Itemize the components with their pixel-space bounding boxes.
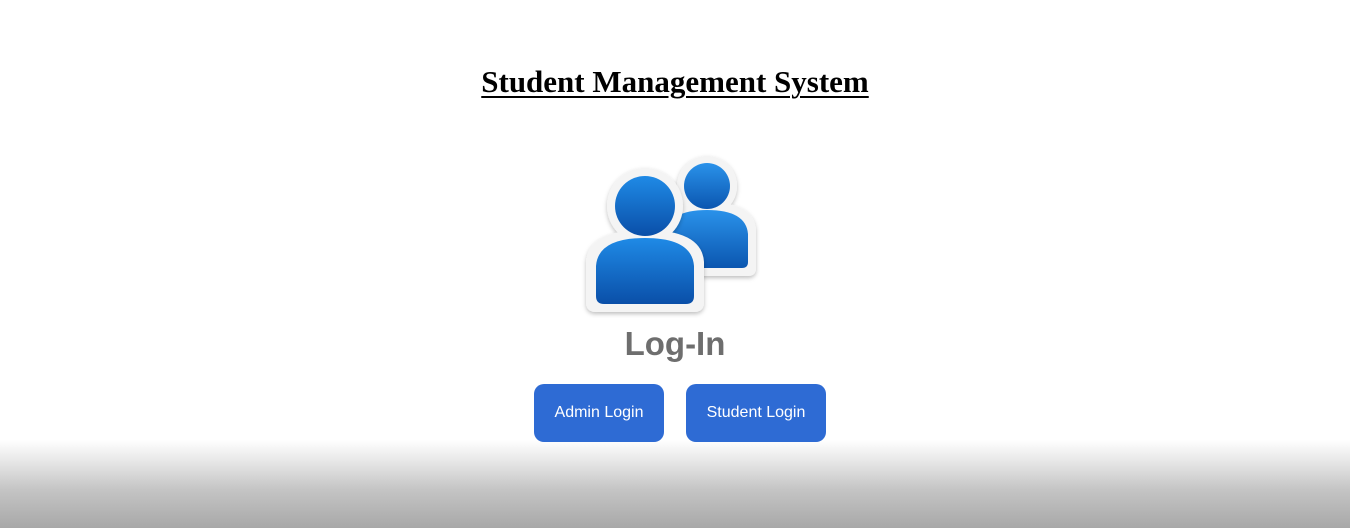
users-icon xyxy=(586,156,756,312)
login-page: Student Management System Log-In Admin L… xyxy=(0,0,1350,528)
student-login-button[interactable]: Student Login xyxy=(686,384,826,442)
admin-login-button[interactable]: Admin Login xyxy=(534,384,664,442)
login-heading: Log-In xyxy=(624,325,726,362)
page-title: Student Management System xyxy=(481,64,869,99)
